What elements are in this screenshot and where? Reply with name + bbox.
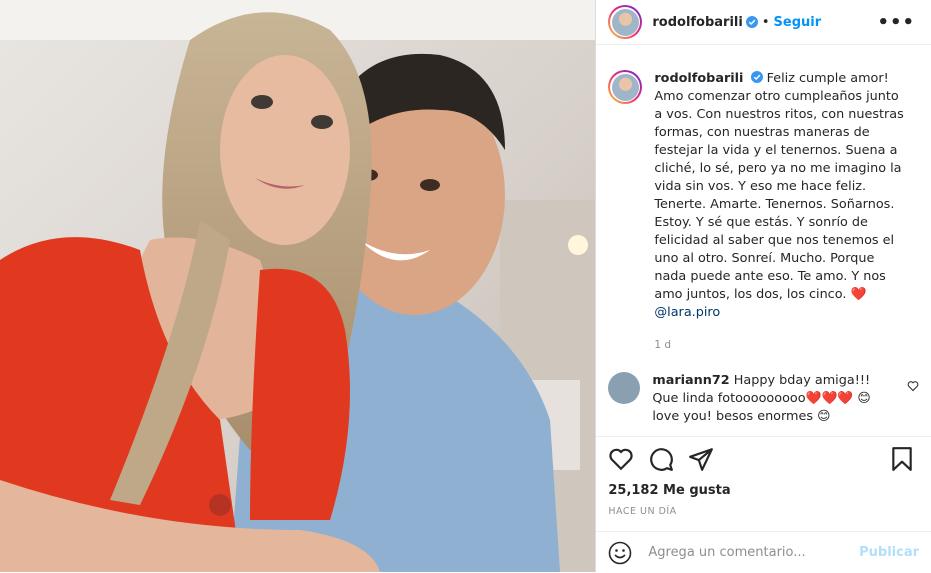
caption-age: 1 d (654, 339, 672, 351)
save-icon[interactable] (889, 446, 915, 472)
likes-count[interactable]: 25,182 Me gusta (608, 483, 730, 498)
emoji-icon[interactable] (608, 541, 632, 565)
commenter-avatar[interactable] (608, 372, 641, 404)
follow-button[interactable]: Seguir (774, 15, 822, 30)
caption-comment: rodolfobarili Feliz cumple amor! Amo com… (596, 58, 931, 354)
author-avatar[interactable] (608, 5, 643, 39)
comment-icon[interactable] (648, 446, 674, 472)
publish-button[interactable]: Publicar (859, 545, 919, 560)
verified-icon (750, 71, 763, 83)
verified-icon (745, 16, 758, 28)
commenter-username[interactable]: mariann72 (652, 373, 729, 388)
comments-section: rodolfobarili Feliz cumple amor! Amo com… (596, 58, 931, 434)
post-time: HACE UN DÍA (608, 506, 677, 517)
separator-dot: • (761, 14, 770, 30)
post-photo[interactable] (0, 0, 596, 572)
comment-like-icon[interactable] (907, 380, 919, 392)
caption-text: Feliz cumple amor! Amo comenzar otro cum… (654, 71, 904, 302)
more-icon[interactable]: ••• (877, 12, 915, 33)
caption-avatar[interactable] (608, 70, 643, 104)
add-comment-bar: Publicar (596, 531, 931, 573)
action-bar (596, 436, 931, 481)
caption-username[interactable]: rodolfobarili (654, 71, 743, 86)
heart-icon[interactable] (608, 446, 634, 472)
comment-input[interactable] (646, 544, 860, 561)
post-header: rodolfobarili • Seguir ••• (596, 0, 931, 45)
comment-item: mariann72 Happy bday amiga!!! Que linda … (596, 354, 931, 426)
instagram-post: rodolfobarili • Seguir ••• rodolfobarili… (0, 0, 931, 572)
author-username[interactable]: rodolfobarili (652, 15, 742, 30)
share-icon[interactable] (688, 446, 714, 472)
mention-link[interactable]: @lara.piro (654, 304, 904, 322)
couple-selfie-image (0, 0, 596, 572)
post-sidebar: rodolfobarili • Seguir ••• rodolfobarili… (595, 0, 931, 572)
